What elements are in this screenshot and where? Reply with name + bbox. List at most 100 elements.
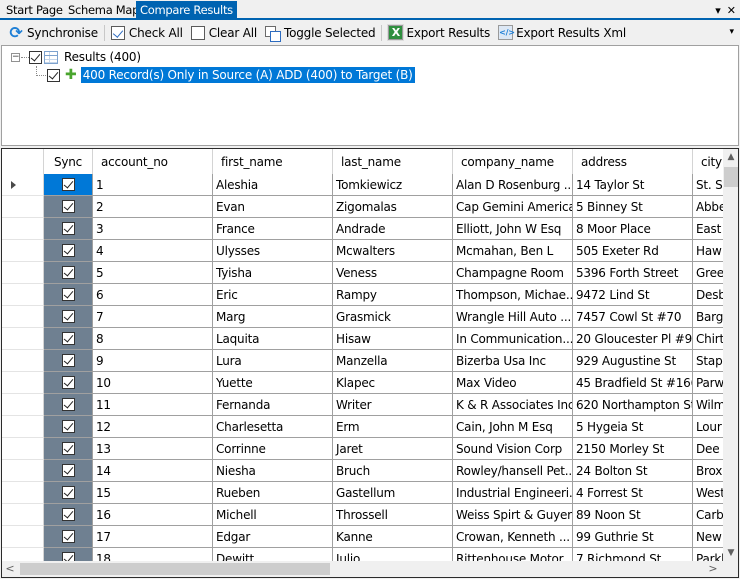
row-header[interactable] <box>2 240 44 262</box>
cell-address[interactable]: 20 Gloucester Pl #96 <box>573 328 693 350</box>
cell-company-name[interactable]: K & R Associates Inc <box>453 394 573 416</box>
cell-last-name[interactable]: Bruch <box>333 460 453 482</box>
cell-city[interactable]: Lour <box>693 416 723 438</box>
cell-first-name[interactable]: Ulysses <box>213 240 333 262</box>
cell-last-name[interactable]: Rampy <box>333 284 453 306</box>
cell-first-name[interactable]: France <box>213 218 333 240</box>
table-row[interactable]: 18 Dewitt Julio Rittenhouse Motor... 7 Richm… <box>2 548 723 561</box>
cell-city[interactable]: New <box>693 526 723 548</box>
sync-checkbox[interactable] <box>62 332 75 345</box>
horizontal-scrollbar[interactable]: < > <box>2 561 723 577</box>
tab-compare-results[interactable]: Compare Results <box>136 1 237 19</box>
cell-last-name[interactable]: Writer <box>333 394 453 416</box>
only-in-source-checkbox[interactable] <box>47 68 60 82</box>
tab-start-page[interactable]: Start Page <box>2 2 67 18</box>
cell-first-name[interactable]: Marg <box>213 306 333 328</box>
table-row[interactable]: 11 Fernanda Writer K & R Associates Inc 620 … <box>2 394 723 416</box>
column-header-first-name[interactable]: first_name <box>213 149 333 174</box>
cell-account-no[interactable]: 11 <box>93 394 213 416</box>
cell-account-no[interactable]: 10 <box>93 372 213 394</box>
cell-last-name[interactable]: Andrade <box>333 218 453 240</box>
toolbar-overflow-icon[interactable]: ▾ <box>729 27 734 37</box>
tab-schema-map[interactable]: Schema Map <box>64 2 143 18</box>
cell-last-name[interactable]: Zigomalas <box>333 196 453 218</box>
cell-city[interactable]: Abbe <box>693 196 723 218</box>
toggle-selected-button[interactable]: Toggle Selected <box>263 22 377 44</box>
cell-company-name[interactable]: Industrial Engineeri... <box>453 482 573 504</box>
cell-first-name[interactable]: Evan <box>213 196 333 218</box>
only-in-source-label[interactable]: 400 Record(s) Only in Source (A) ADD (40… <box>80 67 415 83</box>
table-row[interactable]: 10 Yuette Klapec Max Video 45 Bradfield St #… <box>2 372 723 394</box>
sync-checkbox[interactable] <box>62 178 75 191</box>
cell-company-name[interactable]: In Communication... <box>453 328 573 350</box>
cell-last-name[interactable]: Klapec <box>333 372 453 394</box>
sync-checkbox[interactable] <box>62 222 75 235</box>
close-tab-icon[interactable]: ✕ <box>727 4 736 17</box>
cell-last-name[interactable]: Veness <box>333 262 453 284</box>
cell-company-name[interactable]: Champagne Room <box>453 262 573 284</box>
table-row[interactable]: 2 Evan Zigomalas Cap Gemini America 5 Binney… <box>2 196 723 218</box>
cell-city[interactable]: Parw <box>693 372 723 394</box>
cell-company-name[interactable]: Max Video <box>453 372 573 394</box>
cell-city[interactable]: Barg <box>693 306 723 328</box>
cell-first-name[interactable]: Michell <box>213 504 333 526</box>
cell-company-name[interactable]: Wrangle Hill Auto ... <box>453 306 573 328</box>
cell-first-name[interactable]: Rueben <box>213 482 333 504</box>
cell-city[interactable]: Carb <box>693 504 723 526</box>
row-header[interactable] <box>2 328 44 350</box>
cell-address[interactable]: 89 Noon St <box>573 504 693 526</box>
cell-city[interactable]: East <box>693 218 723 240</box>
row-header[interactable] <box>2 284 44 306</box>
cell-first-name[interactable]: Laquita <box>213 328 333 350</box>
cell-company-name[interactable]: Elliott, John W Esq <box>453 218 573 240</box>
table-row[interactable]: 5 Tyisha Veness Champagne Room 5396 Forth St… <box>2 262 723 284</box>
tree-node-results[interactable]: − Results (400) <box>11 48 141 66</box>
cell-city[interactable]: Dee V <box>693 438 723 460</box>
table-row[interactable]: 3 France Andrade Elliott, John W Esq 8 Moor … <box>2 218 723 240</box>
cell-address[interactable]: 4 Forrest St <box>573 482 693 504</box>
export-results-xml-button[interactable]: </> Export Results Xml <box>496 22 628 44</box>
cell-account-no[interactable]: 6 <box>93 284 213 306</box>
sync-checkbox[interactable] <box>62 310 75 323</box>
cell-city[interactable]: Haw <box>693 240 723 262</box>
cell-company-name[interactable]: Mcmahan, Ben L <box>453 240 573 262</box>
vertical-scrollbar[interactable]: ▲ ▼ <box>723 149 738 561</box>
cell-account-no[interactable]: 9 <box>93 350 213 372</box>
cell-account-no[interactable]: 13 <box>93 438 213 460</box>
results-checkbox[interactable] <box>29 50 42 64</box>
clear-all-button[interactable]: Clear All <box>189 22 259 44</box>
cell-company-name[interactable]: Thompson, Michae... <box>453 284 573 306</box>
cell-account-no[interactable]: 12 <box>93 416 213 438</box>
cell-company-name[interactable]: Weiss Spirt & Guyer <box>453 504 573 526</box>
cell-company-name[interactable]: Sound Vision Corp <box>453 438 573 460</box>
row-header[interactable] <box>2 504 44 526</box>
cell-last-name[interactable]: Hisaw <box>333 328 453 350</box>
cell-city[interactable]: Stapl <box>693 350 723 372</box>
cell-first-name[interactable]: Yuette <box>213 372 333 394</box>
cell-account-no[interactable]: 1 <box>93 174 213 196</box>
row-header[interactable] <box>2 218 44 240</box>
cell-city[interactable]: Wilm <box>693 394 723 416</box>
row-header[interactable] <box>2 306 44 328</box>
cell-last-name[interactable]: Mcwalters <box>333 240 453 262</box>
cell-company-name[interactable]: Bizerba Usa Inc <box>453 350 573 372</box>
sync-checkbox[interactable] <box>62 464 75 477</box>
row-header[interactable] <box>2 526 44 548</box>
column-header-company-name[interactable]: company_name <box>453 149 573 174</box>
column-header-address[interactable]: address <box>573 149 693 174</box>
cell-first-name[interactable]: Aleshia <box>213 174 333 196</box>
tree-node-only-in-source[interactable]: ✚ 400 Record(s) Only in Source (A) ADD (… <box>36 66 415 84</box>
cell-last-name[interactable]: Tomkiewicz <box>333 174 453 196</box>
cell-first-name[interactable]: Dewitt <box>213 548 333 561</box>
cell-city[interactable]: Parkl <box>693 548 723 561</box>
cell-address[interactable]: 7 Richmond St <box>573 548 693 561</box>
cell-last-name[interactable]: Throssell <box>333 504 453 526</box>
column-header-sync[interactable]: Sync <box>44 149 93 174</box>
cell-address[interactable]: 5 Binney St <box>573 196 693 218</box>
sync-checkbox[interactable] <box>62 398 75 411</box>
row-header[interactable] <box>2 350 44 372</box>
sync-checkbox[interactable] <box>62 420 75 433</box>
cell-first-name[interactable]: Charlesetta <box>213 416 333 438</box>
cell-city[interactable]: Gree <box>693 262 723 284</box>
row-header[interactable] <box>2 416 44 438</box>
